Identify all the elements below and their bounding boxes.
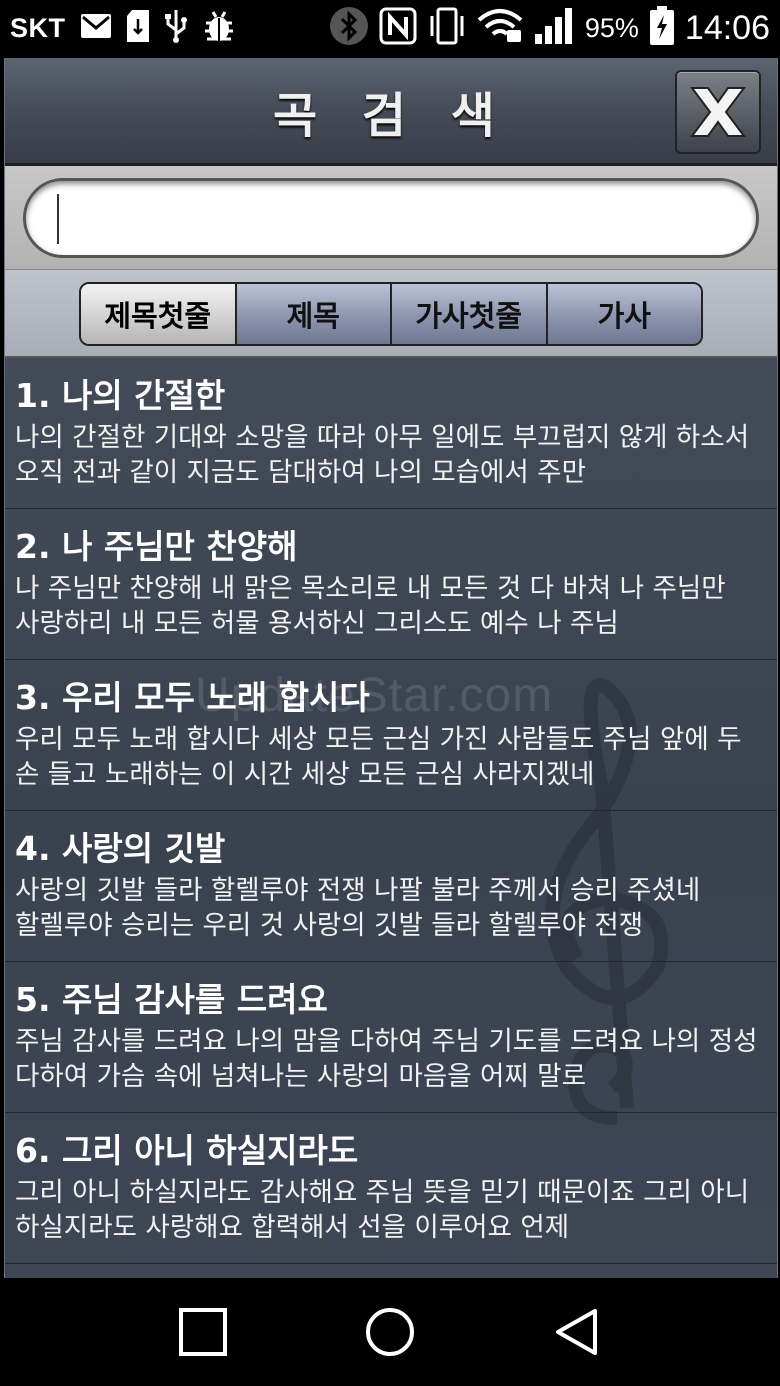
- recents-button[interactable]: [173, 1302, 233, 1362]
- song-search-screen: 곡 검 색 제목첫줄 제목 가사첫줄 가사 UpdateStar.com 1. …: [4, 58, 778, 1278]
- nfc-icon: [379, 7, 417, 49]
- song-lyrics: 그리 아니 하실지라도 감사해요 주님 뜻을 믿기 때문이죠 그리 아니 하실지…: [15, 1177, 750, 1243]
- close-button[interactable]: [675, 70, 761, 154]
- title-bar: 곡 검 색: [5, 58, 777, 166]
- navigation-bar: [0, 1278, 780, 1386]
- close-x-icon: [690, 87, 746, 137]
- song-item[interactable]: 4. 사랑의 깃발 사랑의 깃발 들라 할렐루야 전쟁 나팔 불라 주께서 승리…: [5, 811, 777, 962]
- battery-percent: 95%: [584, 12, 639, 43]
- page-title: 곡 검 색: [273, 88, 509, 144]
- triangle-back-icon: [555, 1309, 597, 1355]
- song-lyrics: 나의 간절한 기대와 소망을 따라 아무 일에도 부끄럽지 않게 하소서 오직 …: [15, 422, 750, 488]
- mail-icon: [80, 13, 112, 43]
- song-lyrics: 나 주님만 찬양해 내 맑은 목소리로 내 모든 것 다 바쳐 나 주님만 사랑…: [15, 573, 726, 639]
- song-title: 1. 나의 간절한: [15, 376, 226, 415]
- song-lyrics: 주님 감사를 드려요 나의 맘을 다하여 주님 기도를 드려요 나의 정성 다하…: [15, 1026, 758, 1092]
- search-input[interactable]: [23, 178, 759, 258]
- vibrate-icon: [427, 6, 467, 50]
- search-bar: [5, 166, 777, 270]
- square-icon: [179, 1308, 228, 1356]
- tab-lyrics[interactable]: 가사: [547, 284, 701, 344]
- tab-lyrics-first-line[interactable]: 가사첫줄: [392, 284, 548, 344]
- usb-icon: [164, 8, 188, 48]
- song-item[interactable]: 6. 그리 아니 하실지라도 그리 아니 하실지라도 감사해요 주님 뜻을 믿기…: [5, 1113, 777, 1264]
- bluetooth-icon: [329, 6, 369, 50]
- status-bar: SKT 95% 14:06: [0, 0, 780, 56]
- song-title: 2. 나 주님만 찬양해: [15, 527, 298, 566]
- song-list[interactable]: UpdateStar.com 1. 나의 간절한 나의 간절한 기대와 소망을 …: [5, 358, 777, 1278]
- song-title: 4. 사랑의 깃발: [15, 829, 226, 868]
- song-lyrics: 사랑의 깃발 들라 할렐루야 전쟁 나팔 불라 주께서 승리 주셨네 할렐루야 …: [15, 875, 701, 941]
- wifi-icon: [477, 8, 523, 48]
- bug-icon: [202, 9, 236, 47]
- signal-icon: [533, 6, 575, 50]
- song-item[interactable]: 2. 나 주님만 찬양해 나 주님만 찬양해 내 맑은 목소리로 내 모든 것 …: [5, 509, 777, 660]
- song-title: 5. 주님 감사를 드려요: [15, 980, 328, 1019]
- song-item[interactable]: 1. 나의 간절한 나의 간절한 기대와 소망을 따라 아무 일에도 부끄럽지 …: [5, 358, 777, 509]
- home-button[interactable]: [360, 1302, 420, 1362]
- carrier-label: SKT: [10, 12, 66, 43]
- battery-charging-icon: [649, 6, 675, 50]
- song-item[interactable]: 3. 우리 모두 노래 합시다 우리 모두 노래 합시다 세상 모든 근심 가진…: [5, 660, 777, 811]
- back-button[interactable]: [547, 1302, 607, 1362]
- song-item[interactable]: 5. 주님 감사를 드려요 주님 감사를 드려요 나의 맘을 다하여 주님 기도…: [5, 962, 777, 1113]
- tab-title-first-line[interactable]: 제목첫줄: [81, 284, 237, 344]
- clock: 14:06: [684, 8, 770, 47]
- song-lyrics: 우리 모두 노래 합시다 세상 모든 근심 가진 사람들도 주님 앞에 두 손 …: [15, 724, 742, 790]
- circle-icon: [365, 1308, 414, 1356]
- tab-title[interactable]: 제목: [236, 284, 392, 344]
- song-title: 6. 그리 아니 하실지라도: [15, 1131, 359, 1170]
- sd-card-icon: [126, 9, 150, 47]
- search-mode-bar: 제목첫줄 제목 가사첫줄 가사: [5, 270, 777, 358]
- search-mode-tabs: 제목첫줄 제목 가사첫줄 가사: [79, 282, 703, 346]
- song-title: 3. 우리 모두 노래 합시다: [15, 678, 370, 717]
- text-cursor: [57, 194, 59, 244]
